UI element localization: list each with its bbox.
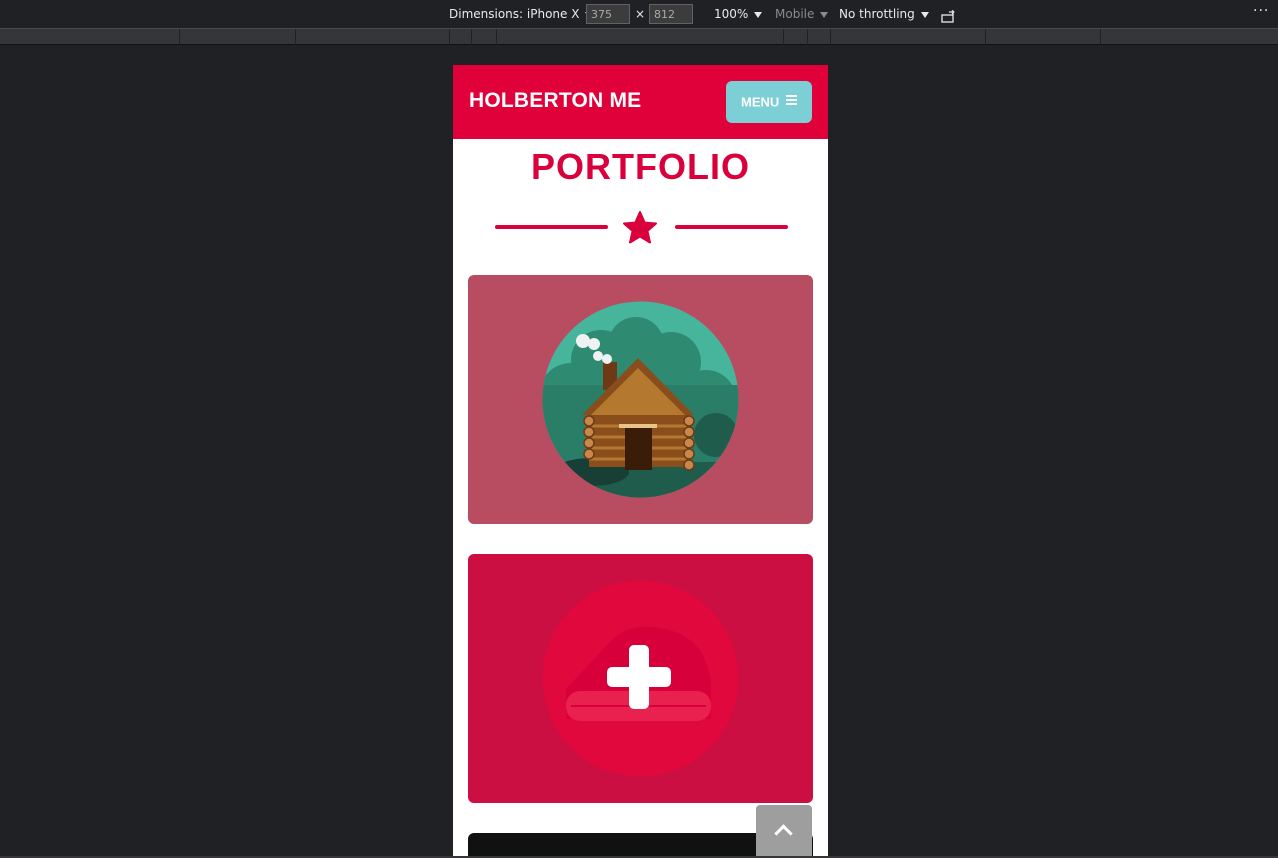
chevron-up-icon — [774, 824, 793, 843]
portfolio-card-cabin[interactable] — [468, 275, 813, 524]
ruler-tick — [830, 29, 831, 45]
more-options-icon[interactable]: ··· — [1253, 0, 1269, 25]
throttling-label: No throttling — [839, 7, 915, 21]
height-input[interactable]: 812 — [649, 4, 693, 24]
chevron-down-icon — [920, 11, 929, 18]
ruler-tick — [985, 29, 986, 45]
menu-button[interactable]: MENU — [726, 81, 812, 123]
star-icon — [623, 211, 657, 244]
back-to-top-button[interactable] — [756, 805, 812, 856]
page-title: PORTFOLIO — [531, 146, 750, 187]
chevron-down-icon — [820, 11, 829, 18]
hamburger-icon — [785, 93, 797, 107]
menu-label: MENU — [741, 94, 780, 110]
divider-line-left — [495, 225, 608, 229]
zoom-dropdown[interactable]: 100% — [714, 0, 763, 28]
ruler-tick — [1100, 29, 1101, 45]
media-query-ruler[interactable] — [0, 28, 1278, 45]
device-type-label: Mobile — [775, 7, 815, 21]
log-cabin-icon — [542, 301, 739, 498]
ruler-tick — [807, 29, 808, 45]
plus-icon — [542, 580, 739, 777]
width-input[interactable]: 375 — [586, 4, 630, 24]
times-symbol: × — [635, 7, 646, 21]
divider-line-right — [675, 225, 788, 229]
ruler-tick — [471, 29, 472, 45]
ruler-tick — [783, 29, 784, 45]
site-header: HOLBERTON ME MENU — [453, 65, 828, 139]
ruler-tick — [179, 29, 180, 45]
ruler-tick — [295, 29, 296, 45]
mobile-viewport: HOLBERTON ME MENU PORTFOLIO — [453, 65, 828, 856]
zoom-label: 100% — [714, 7, 749, 21]
dimensions-label: Dimensions: iPhone X — [449, 7, 580, 21]
portfolio-card-add[interactable] — [468, 554, 813, 803]
device-type-dropdown[interactable]: Mobile — [775, 0, 829, 28]
ruler-tick — [449, 29, 450, 45]
chevron-down-icon — [754, 11, 763, 18]
devtools-device-toolbar: Dimensions: iPhone X 375 × 812 100% Mobi… — [0, 0, 1278, 28]
brand-logo[interactable]: HOLBERTON ME — [469, 89, 641, 113]
rotate-icon[interactable] — [941, 6, 957, 23]
ruler-tick — [496, 29, 497, 45]
throttling-dropdown[interactable]: No throttling — [839, 0, 929, 28]
dimensions-dropdown[interactable]: Dimensions: iPhone X — [449, 0, 594, 28]
